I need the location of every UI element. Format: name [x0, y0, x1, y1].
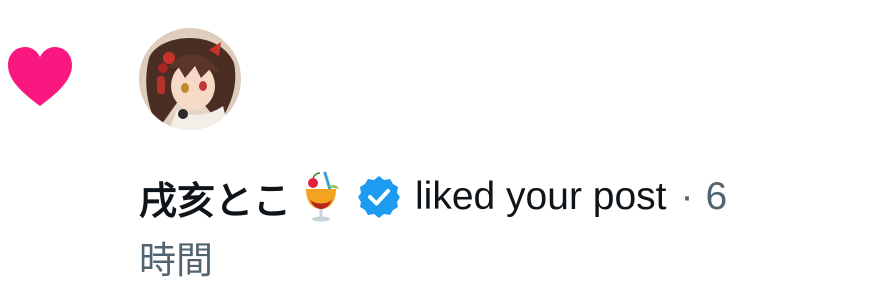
heart-icon	[8, 47, 72, 106]
verified-badge-icon	[358, 176, 401, 218]
like-notification[interactable]: 戌亥とこ liked your post · 6 時間	[0, 0, 883, 294]
avatar[interactable]	[139, 28, 241, 130]
timestamp-unit: 時間	[139, 239, 213, 282]
timestamp-value: 6	[705, 175, 728, 218]
tropical-drink-emoji-icon	[306, 171, 340, 222]
separator-dot: ·	[680, 175, 694, 218]
notification-text: 戌亥とこ liked your post · 6	[139, 168, 727, 226]
action-text: liked your post	[415, 175, 667, 218]
user-display-name[interactable]: 戌亥とこ	[139, 170, 291, 225]
